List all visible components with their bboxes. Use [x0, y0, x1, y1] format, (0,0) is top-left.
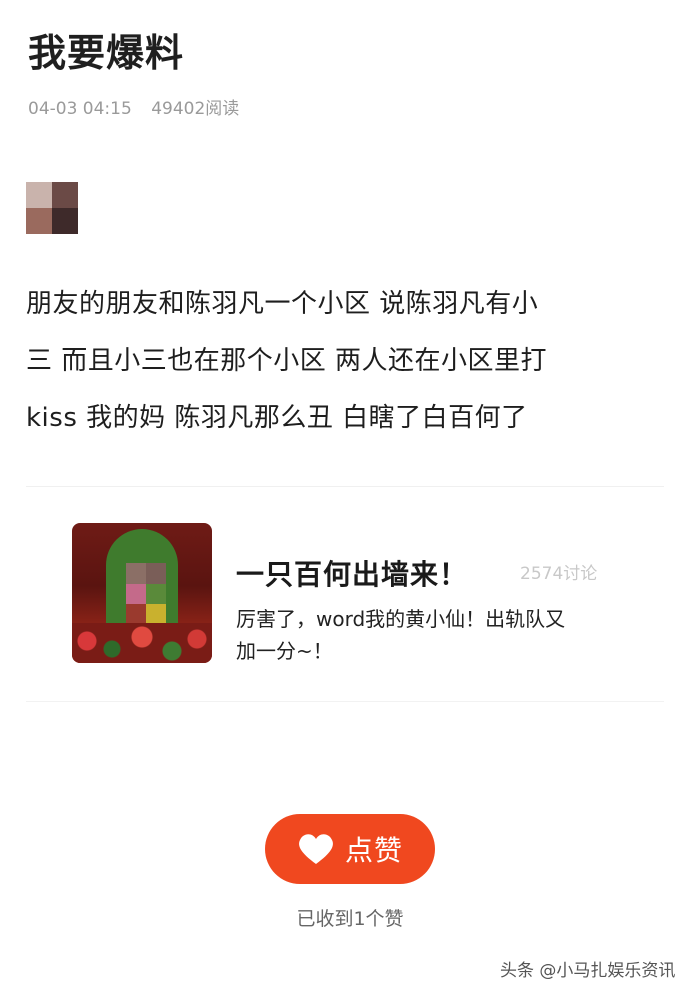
- topic-discussion-count: 2574讨论: [520, 564, 598, 584]
- heart-icon: [299, 834, 333, 864]
- topic-card[interactable]: 一只百何出墙来！ 2574讨论 厉害了，word我的黄小仙！出轨队又 加一分~！: [26, 486, 664, 702]
- post-body-line: kiss 我的妈 陈羽凡那么丑 白瞎了白百何了: [26, 403, 528, 433]
- post-body: 朋友的朋友和陈羽凡一个小区 说陈羽凡有小 三 而且小三也在那个小区 两人还在小区…: [26, 276, 676, 447]
- post-title: 我要爆料: [28, 31, 185, 75]
- post-date: 04-03 04:15: [28, 99, 132, 119]
- like-label: 点赞: [344, 834, 403, 867]
- avatar[interactable]: [26, 182, 78, 234]
- topic-thumbnail: [72, 523, 212, 663]
- topic-description: 厉害了，word我的黄小仙！出轨队又 加一分~！: [236, 603, 636, 667]
- post-body-line: 朋友的朋友和陈羽凡一个小区 说陈羽凡有小: [26, 289, 539, 319]
- topic-title[interactable]: 一只百何出墙来！: [236, 553, 468, 593]
- post-body-line: 三 而且小三也在那个小区 两人还在小区里打: [26, 346, 548, 376]
- topic-description-line: 厉害了，word我的黄小仙！出轨队又: [236, 607, 566, 631]
- post-meta: 04-03 04:15 49402阅读: [28, 94, 253, 119]
- like-count: 已收到1个赞: [296, 908, 404, 930]
- topic-description-line: 加一分~！: [236, 639, 333, 663]
- like-button[interactable]: 点赞: [265, 814, 435, 884]
- post-read-count: 49402阅读: [151, 99, 240, 119]
- watermark: 头条 @小马扎娱乐资讯: [500, 961, 676, 981]
